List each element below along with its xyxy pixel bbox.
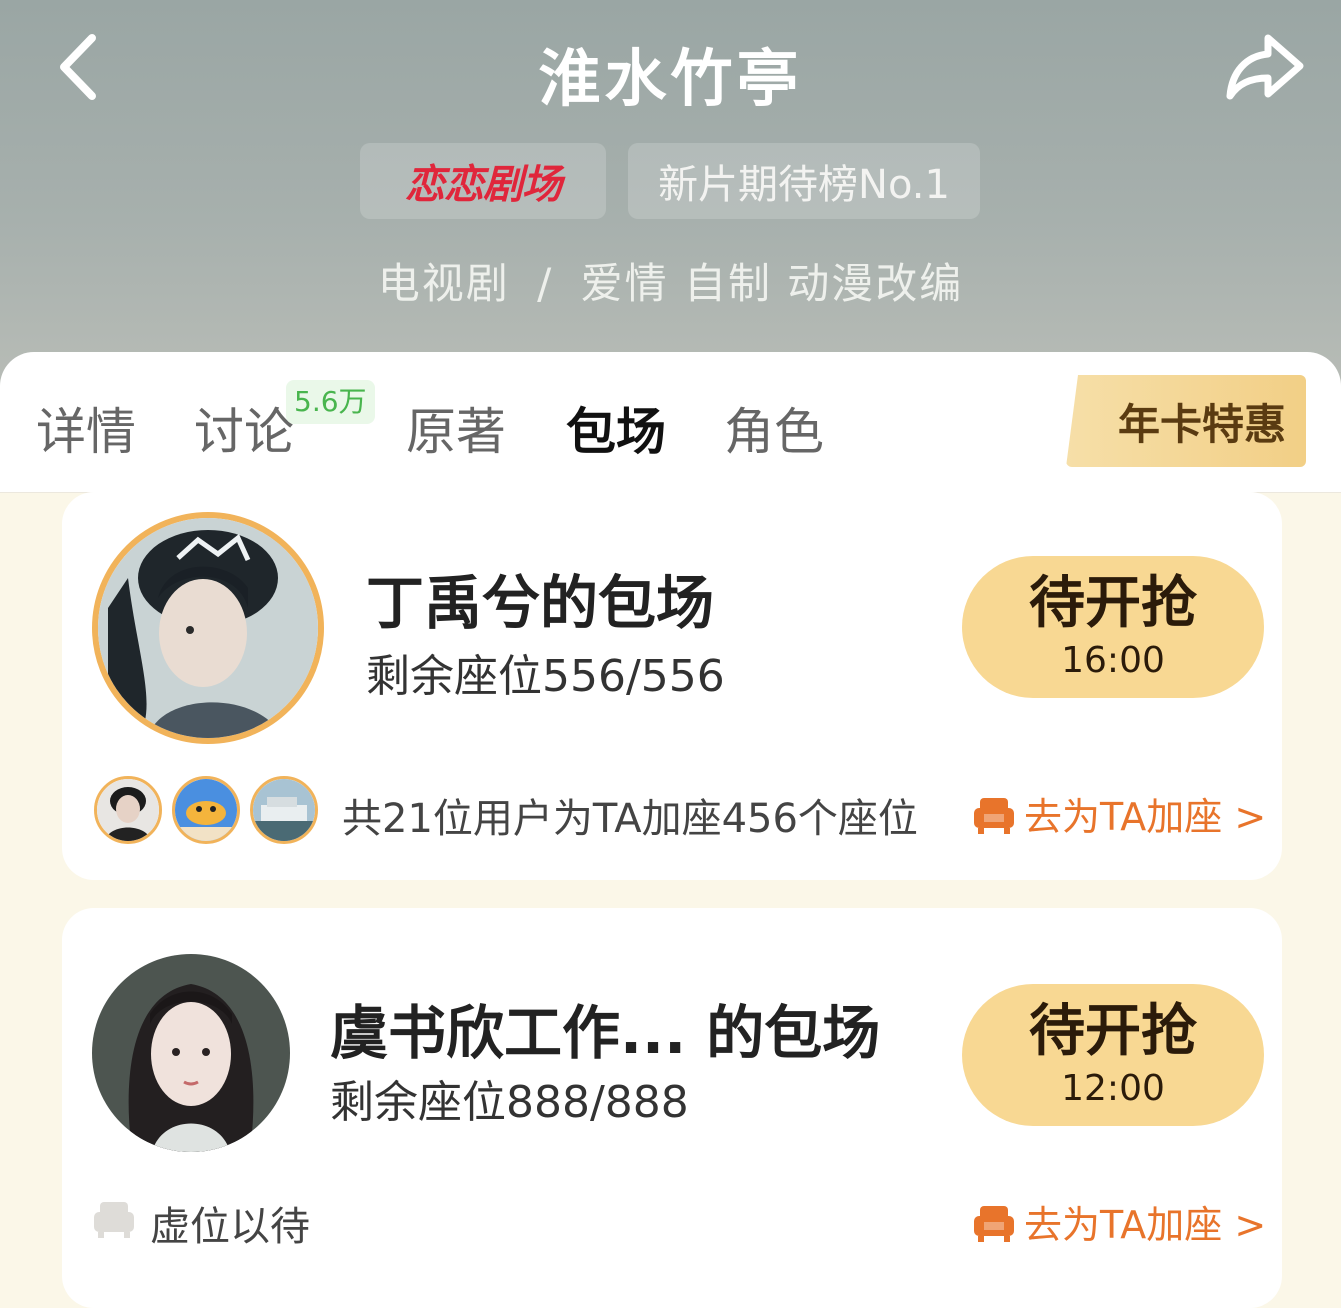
avatar[interactable] [92,512,324,744]
grab-status: 待开抢 [1029,571,1197,636]
grab-button[interactable]: 待开抢 16:00 [962,556,1264,698]
tab-private-screening[interactable]: 包场 [566,392,666,464]
supporter-avatar[interactable] [94,776,162,844]
screening-title: 虞书欣工作... 的包场 [330,999,881,1067]
brand-tag[interactable]: 恋恋剧场 [360,143,606,219]
supporters-summary: 虚位以待 [150,1204,310,1250]
supporters-summary: 共21位用户为TA加座456个座位 [342,796,918,842]
tab-details[interactable]: 详情 [36,392,136,464]
add-seat-label: 去为TA加座 > [1024,795,1267,839]
year-card-label: 年卡特惠 [1117,399,1286,449]
share-arrow-icon [1226,34,1304,100]
supporter-avatar[interactable] [172,776,240,844]
screening-title: 丁禹兮的包场 [366,569,715,637]
tab-characters[interactable]: 角色 [724,392,824,464]
sofa-seat-icon [974,1205,1014,1242]
page-title: 淮水竹亭 [538,42,803,115]
grab-status: 待开抢 [1029,999,1197,1064]
brand-tag-label: 恋恋剧场 [405,161,562,208]
genre-separator: / [537,259,554,308]
header: 淮水竹亭 恋恋剧场 新片期待榜No.1 电视剧 / 爱情 自制 动漫改编 [0,0,1341,400]
genre-line: 电视剧 / 爱情 自制 动漫改编 [0,250,1341,311]
tab-original-novel[interactable]: 原著 [406,392,506,464]
grab-time: 16:00 [1061,640,1165,681]
avatar[interactable] [92,954,290,1152]
tab-discussion[interactable]: 讨论 [194,392,294,464]
remaining-seats: 剩余座位888/888 [330,1077,689,1128]
screening-card[interactable]: 丁禹兮的包场 剩余座位556/556 待开抢 16:00 共21位用户为TA加座… [62,492,1282,880]
remaining-seats: 剩余座位556/556 [366,651,725,702]
sofa-seat-icon [974,797,1014,834]
empty-seat-icon [94,1202,134,1238]
genre-type: 电视剧 [377,259,510,308]
add-seat-link[interactable]: 去为TA加座 > [972,786,1266,841]
genre-tags: 爱情 自制 动漫改编 [580,259,964,308]
rank-tag-label: 新片期待榜No.1 [658,162,950,208]
grab-button[interactable]: 待开抢 12:00 [962,984,1264,1126]
add-seat-label: 去为TA加座 > [1024,1203,1267,1247]
rank-tag[interactable]: 新片期待榜No.1 [628,143,980,219]
screening-card[interactable]: 虞书欣工作... 的包场 剩余座位888/888 待开抢 12:00 虚位以待 … [62,908,1282,1308]
share-button[interactable] [1222,30,1306,108]
year-card-promo-button[interactable]: 年卡特惠 [1066,375,1306,467]
tab-bar: 详情 讨论 5.6万 原著 包场 角色 年卡特惠 [0,352,1341,493]
grab-time: 12:00 [1061,1068,1165,1109]
add-seat-link[interactable]: 去为TA加座 > [972,1194,1266,1249]
discussion-count-badge: 5.6万 [286,380,375,424]
supporter-avatar[interactable] [250,776,318,844]
